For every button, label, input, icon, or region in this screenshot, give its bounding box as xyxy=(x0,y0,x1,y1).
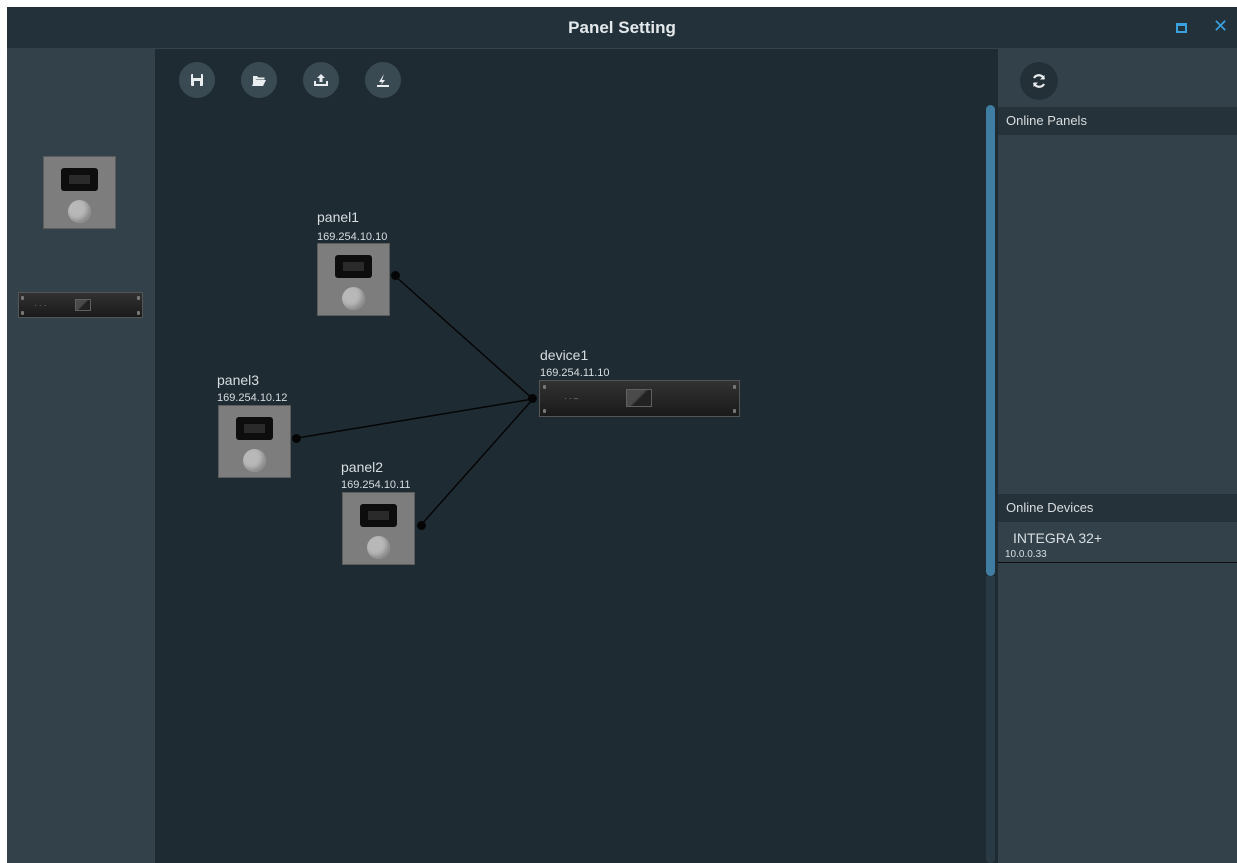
node-ip: 169.254.11.10 xyxy=(540,367,610,379)
node-name: panel1 xyxy=(317,209,360,225)
connection-port[interactable] xyxy=(528,394,537,403)
panel2-node[interactable] xyxy=(342,492,415,565)
panel-knob xyxy=(68,200,91,223)
node-name: device1 xyxy=(540,347,589,363)
window-title: Panel Setting xyxy=(568,18,676,37)
online-device-name: INTEGRA 32+ xyxy=(1013,530,1103,546)
panel-setting-window: Panel Setting ✕ · · · panel1 169.254.10.… xyxy=(7,7,1237,863)
maximize-icon[interactable] xyxy=(1176,23,1187,34)
canvas-scrollbar[interactable] xyxy=(986,105,995,576)
palette-panel-device-icon[interactable] xyxy=(43,156,116,229)
palette-rack-device-icon[interactable]: · · · xyxy=(18,292,143,318)
panel1-node[interactable] xyxy=(317,243,390,316)
connection-port[interactable] xyxy=(292,434,301,443)
node-ip: 169.254.10.10 xyxy=(317,231,388,243)
online-device-item[interactable]: INTEGRA 32+ 10.0.0.33 xyxy=(998,524,1237,563)
scroll-track[interactable] xyxy=(986,576,995,863)
close-icon[interactable]: ✕ xyxy=(1213,16,1228,37)
device1-node[interactable]: · · – xyxy=(539,380,740,417)
node-ip: 169.254.10.11 xyxy=(341,479,411,491)
online-device-ip: 10.0.0.33 xyxy=(1005,549,1047,560)
topology-canvas[interactable]: panel1 169.254.10.10 panel3 169.254.10.1… xyxy=(155,49,998,863)
component-palette: · · · xyxy=(7,49,155,863)
refresh-icon xyxy=(1032,74,1046,88)
online-sidebar: Online Panels Online Devices INTEGRA 32+… xyxy=(998,49,1237,863)
node-name: panel2 xyxy=(341,459,384,475)
connection-line xyxy=(420,398,534,526)
node-name: panel3 xyxy=(217,372,260,388)
title-bar: Panel Setting ✕ xyxy=(7,7,1237,49)
online-panels-list xyxy=(998,135,1237,494)
connection-port[interactable] xyxy=(391,271,400,280)
panel-screen xyxy=(61,168,98,191)
refresh-button[interactable] xyxy=(1020,62,1058,100)
connection-line xyxy=(394,275,534,400)
online-panels-header: Online Panels xyxy=(998,107,1237,135)
online-devices-header: Online Devices xyxy=(998,494,1237,522)
node-ip: 169.254.10.12 xyxy=(217,392,288,404)
panel3-node[interactable] xyxy=(218,405,291,478)
connection-line xyxy=(296,398,534,439)
connection-port[interactable] xyxy=(417,521,426,530)
